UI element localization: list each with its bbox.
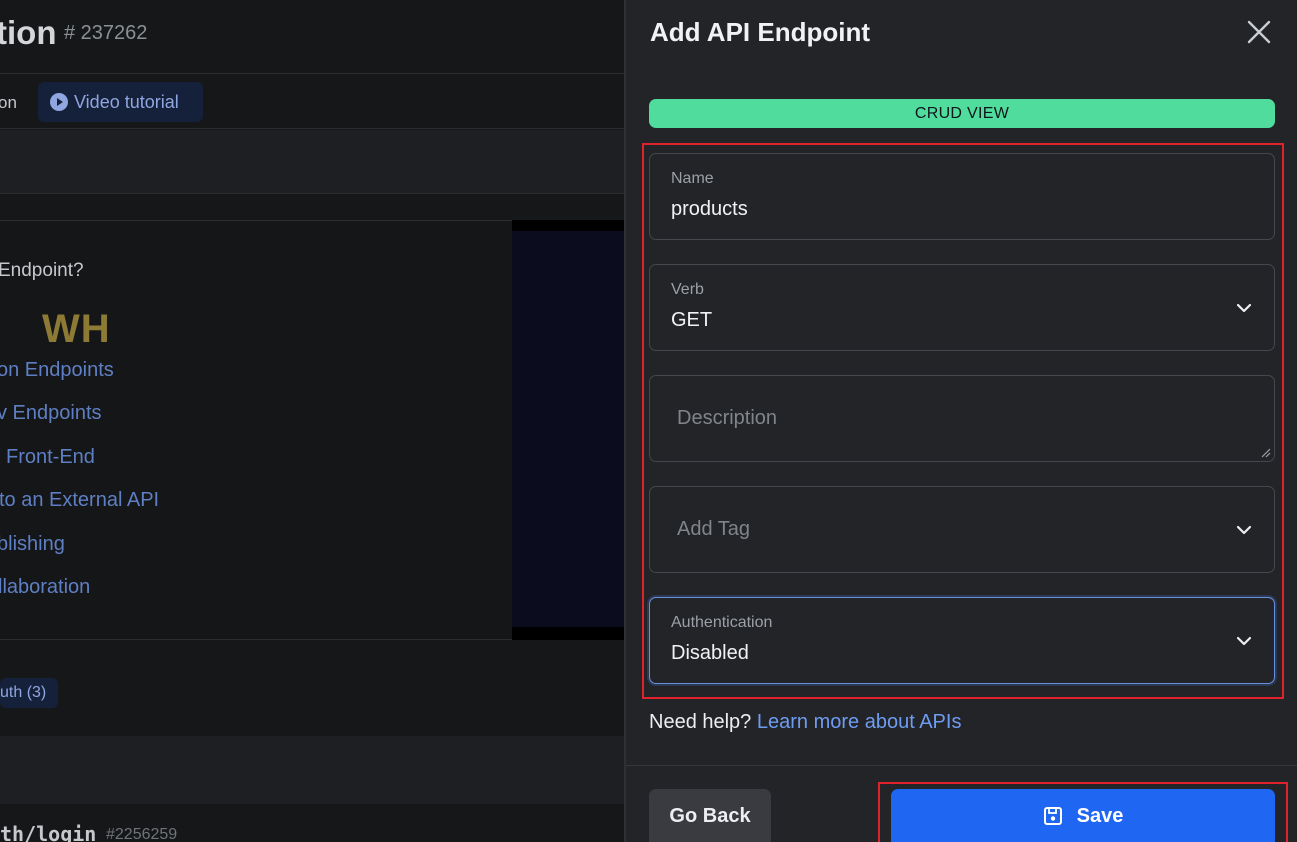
close-icon[interactable]: [1245, 18, 1273, 46]
tag-placeholder: Add Tag: [677, 518, 751, 540]
footer-divider: [626, 765, 1297, 766]
verb-select-label: Verb: [671, 281, 704, 298]
video-tutorial-button[interactable]: Video tutorial: [38, 82, 203, 122]
background-link[interactable]: to an External API: [0, 489, 159, 512]
background-band: [0, 736, 625, 804]
background-link[interactable]: on Endpoints: [0, 359, 114, 382]
background-link[interactable]: v Endpoints: [0, 402, 102, 425]
video-thumbnail[interactable]: [512, 220, 625, 640]
video-frame: [512, 231, 625, 627]
save-button-label: Save: [1076, 805, 1124, 827]
video-overlay-text: WH: [42, 307, 111, 351]
verb-select[interactable]: Verb GET: [649, 264, 1275, 351]
background-link[interactable]: blishing: [0, 533, 65, 556]
verb-select-value[interactable]: GET: [671, 309, 712, 332]
description-placeholder: Description: [677, 407, 778, 429]
help-text: Need help? Learn more about APIs: [649, 711, 961, 734]
background-link[interactable]: Front-End: [6, 446, 95, 469]
chevron-down-icon[interactable]: [1235, 632, 1253, 650]
background-toolbar-band: [0, 130, 625, 194]
name-field-value[interactable]: products: [671, 198, 748, 221]
textarea-resize-icon[interactable]: [1261, 448, 1271, 458]
name-field-label: Name: [671, 170, 714, 187]
auth-badge[interactable]: uth (3): [0, 678, 59, 708]
authentication-select-value[interactable]: Disabled: [671, 642, 749, 665]
go-back-button[interactable]: Go Back: [649, 789, 771, 842]
chevron-down-icon[interactable]: [1235, 299, 1253, 317]
name-field[interactable]: Name products: [649, 153, 1275, 240]
background-question: Endpoint?: [0, 260, 84, 281]
drawer-title: Add API Endpoint: [650, 17, 870, 47]
background-page: tion # 237262 on Video tutorial Endpoint…: [0, 0, 625, 842]
video-tutorial-label: Video tutorial: [74, 91, 179, 112]
play-circle-icon: [50, 93, 68, 111]
chevron-down-icon[interactable]: [1235, 521, 1253, 539]
learn-more-link[interactable]: Learn more about APIs: [757, 711, 962, 733]
background-link[interactable]: llaboration: [0, 576, 90, 599]
background-tab[interactable]: on: [0, 93, 17, 113]
add-endpoint-drawer: Add API Endpoint CRUD VIEW Name products…: [626, 0, 1297, 842]
description-textarea[interactable]: Description: [649, 375, 1275, 462]
background-page-title: tion: [0, 14, 57, 51]
authentication-select-label: Authentication: [671, 614, 773, 631]
save-icon: [1043, 807, 1062, 825]
save-button[interactable]: Save: [891, 789, 1275, 842]
authentication-select[interactable]: Authentication Disabled: [649, 597, 1275, 684]
background-header: tion # 237262: [0, 0, 625, 74]
help-prefix: Need help?: [649, 711, 752, 733]
background-endpoint-id: # 237262: [64, 22, 148, 44]
background-login-id: #2256259: [106, 826, 178, 842]
background-login-endpoint[interactable]: th/login: [0, 822, 96, 842]
crud-view-badge: CRUD VIEW: [649, 99, 1275, 128]
tag-select[interactable]: Add Tag: [649, 486, 1275, 573]
